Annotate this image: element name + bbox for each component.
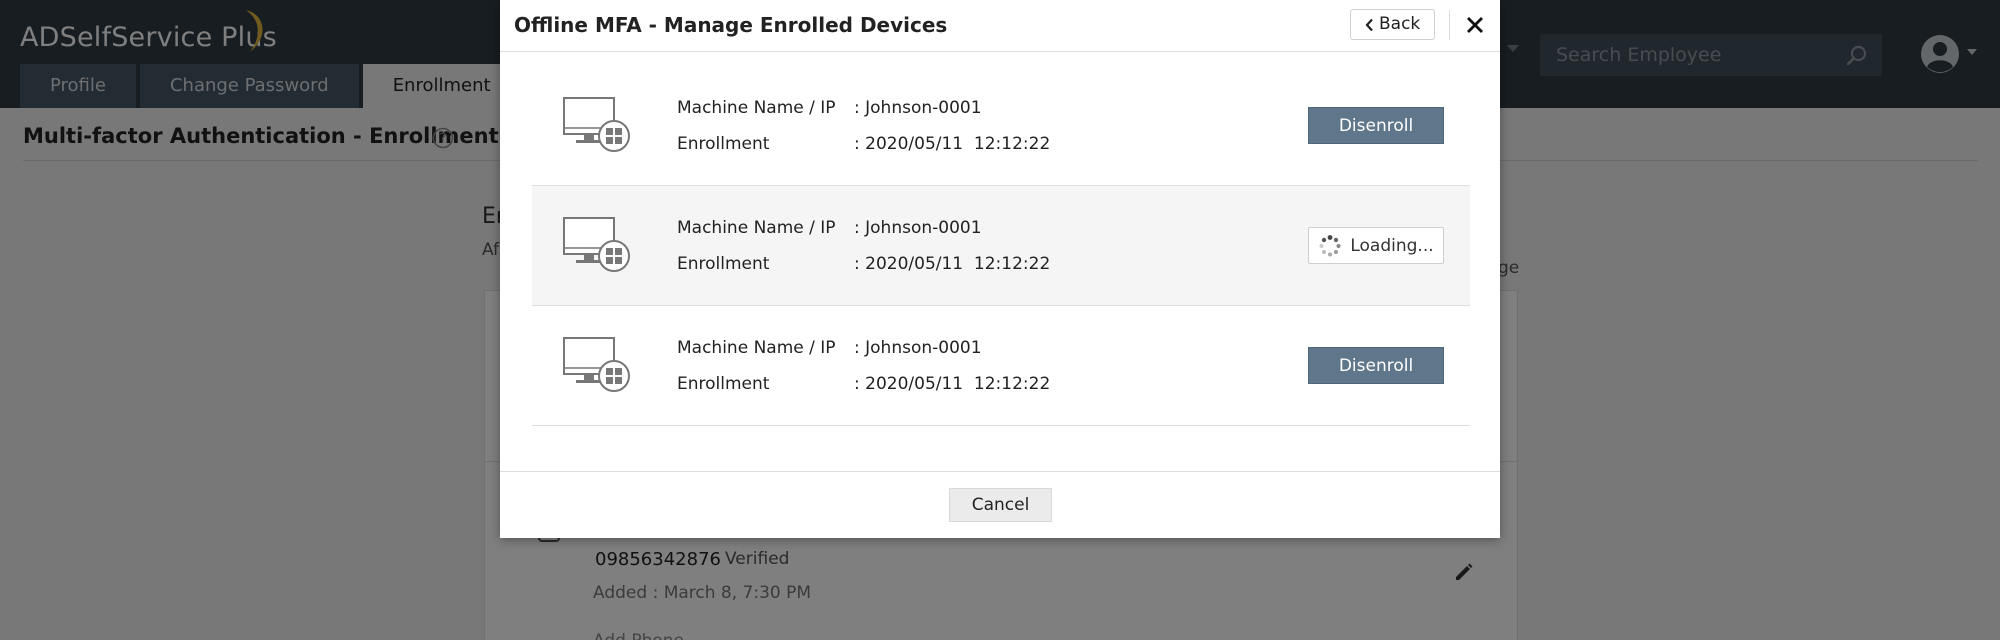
manage-devices-dialog: Offline MFA - Manage Enrolled Devices Ba… — [500, 0, 1500, 538]
loading-button-label: Loading... — [1350, 235, 1434, 256]
divider — [500, 471, 1500, 472]
list-item: Machine Name / IP : Johnson-0001 Enrollm… — [532, 66, 1470, 186]
divider — [1449, 10, 1450, 40]
loading-button[interactable]: Loading... — [1308, 227, 1444, 264]
list-item: Machine Name / IP : Johnson-0001 Enrollm… — [532, 186, 1470, 306]
disenroll-button[interactable]: Disenroll — [1308, 107, 1444, 144]
spinner-icon — [1318, 234, 1342, 258]
divider — [500, 51, 1500, 52]
enrollment-value: : 2020/05/11 12:12:22 — [854, 134, 1051, 154]
back-button-label: Back — [1379, 14, 1421, 34]
enrollment-label: Enrollment — [677, 134, 770, 154]
machine-name-value: : Johnson-0001 — [854, 338, 982, 358]
device-list: Machine Name / IP : Johnson-0001 Enrollm… — [532, 66, 1470, 426]
back-button[interactable]: Back — [1350, 9, 1436, 40]
enrollment-value: : 2020/05/11 12:12:22 — [854, 254, 1051, 274]
machine-name-label: Machine Name / IP — [677, 98, 836, 118]
enrollment-label: Enrollment — [677, 374, 770, 394]
windows-computer-icon — [563, 217, 630, 272]
windows-computer-icon — [563, 97, 630, 152]
list-item: Machine Name / IP : Johnson-0001 Enrollm… — [532, 306, 1470, 426]
machine-name-label: Machine Name / IP — [677, 218, 836, 238]
enrollment-value: : 2020/05/11 12:12:22 — [854, 374, 1051, 394]
close-icon[interactable] — [1464, 14, 1486, 36]
disenroll-button[interactable]: Disenroll — [1308, 347, 1444, 384]
chevron-left-icon — [1365, 18, 1374, 32]
enrollment-label: Enrollment — [677, 254, 770, 274]
machine-name-label: Machine Name / IP — [677, 338, 836, 358]
machine-name-value: : Johnson-0001 — [854, 98, 982, 118]
windows-computer-icon — [563, 337, 630, 392]
dialog-title: Offline MFA - Manage Enrolled Devices — [514, 13, 948, 37]
cancel-button[interactable]: Cancel — [949, 488, 1052, 522]
machine-name-value: : Johnson-0001 — [854, 218, 982, 238]
